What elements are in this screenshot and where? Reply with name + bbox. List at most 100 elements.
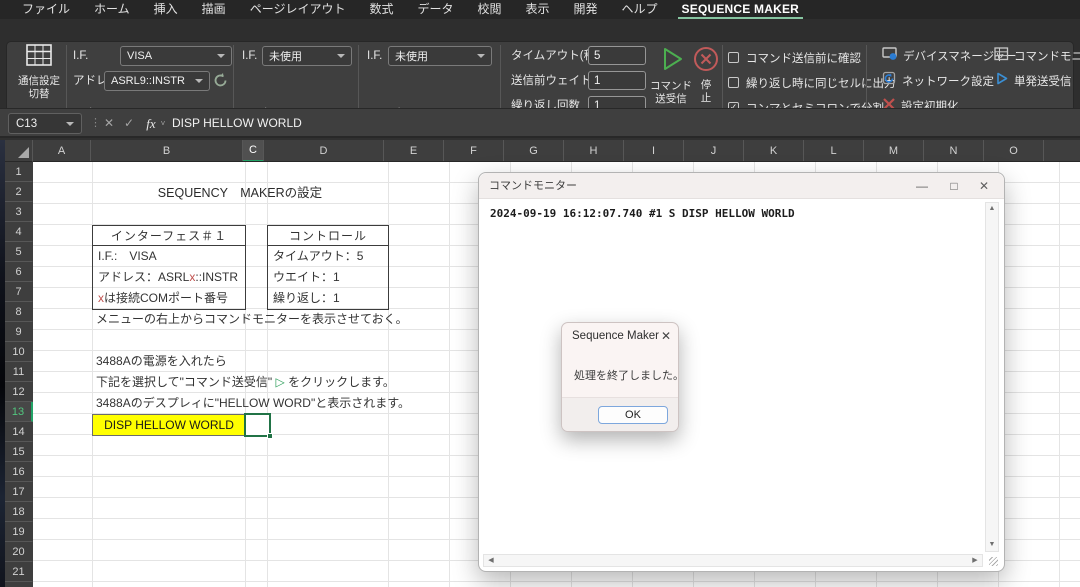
menu-tab[interactable]: 描画	[190, 0, 238, 19]
close-icon[interactable]: ✕	[661, 323, 671, 350]
note-cell[interactable]: メニューの右上からコマンドモニターを表示させておく。	[96, 309, 408, 330]
wait-field[interactable]	[588, 71, 646, 90]
command-monitor-button[interactable]: コマンドモニター	[994, 46, 1080, 66]
row-header[interactable]: 6	[5, 262, 33, 282]
note-cell[interactable]: 3488Aの電源を入れたら	[96, 351, 227, 372]
comm-settings-icon	[26, 44, 52, 71]
row-header[interactable]: 12	[5, 382, 33, 402]
column-header[interactable]: M	[864, 140, 924, 162]
if1-dropdown[interactable]: VISA	[120, 46, 232, 66]
column-header[interactable]: I	[624, 140, 684, 162]
row-header[interactable]: 7	[5, 282, 33, 302]
row-header[interactable]: 14	[5, 422, 33, 442]
minimize-icon[interactable]: —	[906, 173, 938, 199]
sheet-title-cell[interactable]: SEQUENCY MAKERの設定	[92, 183, 388, 204]
column-header[interactable]: J	[684, 140, 744, 162]
menu-tab[interactable]: データ	[405, 0, 465, 19]
monitor-log-area[interactable]: 2024-09-19 16:12:07.740 #1 S DISP HELLOW…	[480, 200, 1003, 570]
vertical-scrollbar[interactable]: ▲ ▼	[985, 202, 999, 552]
chevron-down-icon[interactable]: ˅	[158, 113, 168, 134]
command-monitor-label: コマンドモニター	[1014, 48, 1080, 64]
note-text: をクリックします。	[285, 375, 395, 389]
scroll-up-icon[interactable]: ▲	[986, 204, 998, 214]
tab-sequence-maker[interactable]: SEQUENCE MAKER	[670, 0, 811, 19]
row-header[interactable]: 9	[5, 322, 33, 342]
refresh-icon[interactable]	[212, 72, 230, 92]
sequence-maker-dialog: Sequence Maker ✕ 処理を終了しました。 OK	[561, 322, 679, 432]
row-header[interactable]: 13	[5, 402, 33, 422]
address-dropdown[interactable]: ASRL9::INSTR	[104, 71, 210, 91]
checkbox-icon[interactable]	[728, 52, 739, 63]
column-header[interactable]: L	[804, 140, 864, 162]
menu-tab[interactable]: 挿入	[142, 0, 190, 19]
interface-table[interactable]: インターフェス＃１ I.F.: VISA アドレス：ASRLx::INSTR x…	[92, 225, 246, 310]
column-header[interactable]: C	[243, 140, 264, 162]
name-box[interactable]: C13	[8, 113, 82, 134]
row-header[interactable]: 20	[5, 542, 33, 562]
select-all-corner[interactable]	[5, 140, 33, 162]
row-header[interactable]: 2	[5, 182, 33, 202]
comm-settings-button[interactable]: 通信設定切替	[16, 44, 62, 100]
if2-dropdown[interactable]: 未使用	[262, 46, 352, 66]
control-table[interactable]: コントロール タイムアウト：5 ウエイト：1 繰り返し：1	[267, 225, 389, 310]
maximize-icon[interactable]: □	[938, 173, 970, 199]
if3-dropdown[interactable]: 未使用	[388, 46, 492, 66]
note-cell[interactable]: 3488Aのデスプレィに"HELLOW WORD"と表示されます。	[96, 393, 410, 414]
column-header[interactable]: H	[564, 140, 624, 162]
menu-tab[interactable]: 数式	[357, 0, 405, 19]
column-header[interactable]: K	[744, 140, 804, 162]
single-send-button[interactable]: 単発送受信	[994, 71, 1072, 91]
row-header[interactable]: 5	[5, 242, 33, 262]
row-header[interactable]: 18	[5, 502, 33, 522]
row-header[interactable]: 10	[5, 342, 33, 362]
column-header[interactable]: N	[924, 140, 984, 162]
fill-handle[interactable]	[267, 433, 273, 439]
menu-tab[interactable]: 表示	[514, 0, 562, 19]
cancel-icon[interactable]: ✕	[100, 113, 118, 134]
active-cell-selection[interactable]	[244, 413, 271, 437]
horizontal-scrollbar[interactable]: ◀ ▶	[483, 554, 983, 567]
scroll-left-icon[interactable]: ◀	[485, 556, 497, 566]
row-header[interactable]: 1	[5, 162, 33, 182]
row-header[interactable]: 16	[5, 462, 33, 482]
column-header[interactable]: A	[33, 140, 91, 162]
enter-icon[interactable]: ✓	[120, 113, 138, 134]
row-header[interactable]: 4	[5, 222, 33, 242]
column-header[interactable]: F	[444, 140, 504, 162]
command-cell-highlighted[interactable]: DISP HELLOW WORLD	[92, 414, 246, 436]
row-header[interactable]: 11	[5, 362, 33, 382]
single-send-label: 単発送受信	[1014, 73, 1072, 89]
row-header[interactable]: 19	[5, 522, 33, 542]
column-header[interactable]: B	[91, 140, 243, 162]
row-header[interactable]: 21	[5, 562, 33, 582]
ok-button[interactable]: OK	[598, 406, 668, 424]
column-header[interactable]: D	[264, 140, 384, 162]
menu-tab[interactable]: ホーム	[82, 0, 142, 19]
menu-tab[interactable]: 校閲	[465, 0, 513, 19]
formula-input[interactable]: DISP HELLOW WORLD	[172, 113, 302, 134]
monitor-titlebar[interactable]: コマンドモニター — □ ✕	[479, 173, 1004, 199]
row-header[interactable]: 15	[5, 442, 33, 462]
network-settings-button[interactable]: ネットワーク設定	[882, 71, 994, 91]
command-send-button[interactable]: コマンド送受信	[648, 44, 694, 105]
row-header[interactable]: 8	[5, 302, 33, 322]
timeout-field[interactable]	[588, 46, 646, 65]
column-header[interactable]: G	[504, 140, 564, 162]
column-header[interactable]: E	[384, 140, 444, 162]
menu-tab[interactable]: ページレイアウト	[238, 0, 358, 19]
row-header[interactable]: 17	[5, 482, 33, 502]
resize-grip[interactable]	[989, 557, 998, 566]
if1-label: I.F.	[73, 46, 88, 66]
checkbox-icon[interactable]	[728, 77, 739, 88]
stop-button[interactable]: 停止	[693, 46, 719, 104]
menu-tab[interactable]: ファイル	[10, 0, 82, 19]
close-icon[interactable]: ✕	[968, 173, 1000, 199]
column-header[interactable]: O	[984, 140, 1044, 162]
menu-tab[interactable]: ヘルプ	[610, 0, 670, 19]
scroll-right-icon[interactable]: ▶	[969, 556, 981, 566]
note-cell[interactable]: 下記を選択して"コマンド送受信" ▷ をクリックします。	[96, 372, 395, 393]
row-header[interactable]: 3	[5, 202, 33, 222]
scroll-down-icon[interactable]: ▼	[986, 540, 998, 550]
menu-tab[interactable]: 開発	[562, 0, 610, 19]
control-table-row: タイムアウト：5	[268, 246, 388, 267]
